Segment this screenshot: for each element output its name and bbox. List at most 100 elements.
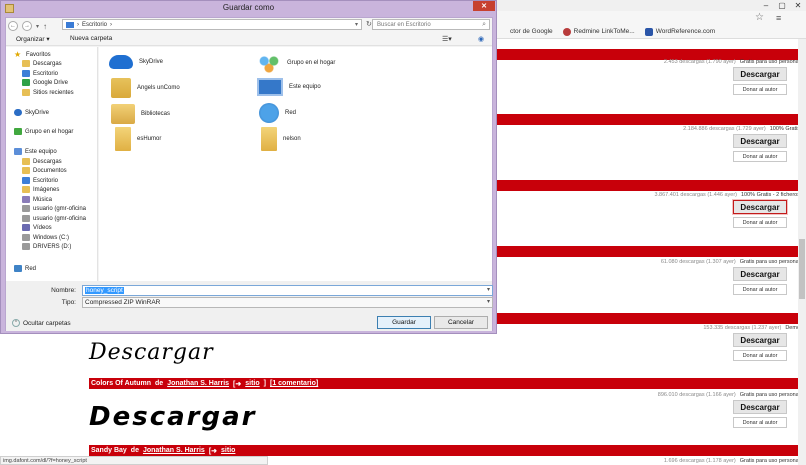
comments-link[interactable]: [1 comentario] (270, 380, 318, 387)
filename-label: Nombre: (51, 287, 76, 294)
donate-button[interactable]: Donar al autor (733, 350, 787, 361)
file-item-grupo-hogar[interactable]: Grupo en el hogar (257, 53, 335, 73)
page-scrollbar[interactable] (798, 39, 806, 465)
filename-value: honey_script (85, 287, 124, 294)
download-button[interactable]: Descargar (733, 67, 787, 81)
file-label: Grupo en el hogar (287, 60, 336, 66)
nav-item-este-equipo[interactable]: Este equipo (14, 148, 57, 155)
download-button[interactable]: Descargar (733, 267, 787, 281)
nav-item-videos[interactable]: Vídeos (22, 224, 52, 231)
file-item-nelson[interactable]: nelson (261, 127, 301, 151)
file-item-eshumor[interactable]: esHumor (115, 127, 161, 151)
nav-item-imagenes[interactable]: Imágenes (22, 186, 59, 193)
bookmark-redmine[interactable]: Redmine LinkToMe... (562, 27, 635, 36)
view-options-icon[interactable]: ☰▾ (442, 35, 452, 43)
nav-item-red[interactable]: Red (14, 265, 36, 272)
path-segment[interactable]: Escritorio (82, 22, 107, 28)
history-dropdown-icon[interactable]: ▾ (36, 23, 39, 30)
file-label: Angels unComo (137, 85, 180, 91)
address-dropdown-icon[interactable]: ▾ (355, 21, 358, 28)
site-link-icon[interactable]: [➜ (209, 447, 217, 455)
recent-places-icon (22, 89, 30, 96)
bookmark-label: Redmine LinkToMe... (573, 28, 635, 35)
license: Gratis para uso personal (739, 58, 800, 65)
nav-item-label: Descargas (33, 60, 62, 67)
up-icon[interactable]: ↑ (43, 22, 47, 31)
nav-item-label: Red (25, 265, 37, 272)
nav-item-drivers-d[interactable]: DRIVERS (D:) (22, 243, 71, 250)
dialog-close-button[interactable]: ✕ (473, 1, 495, 11)
file-item-skydrive[interactable]: SkyDrive (109, 55, 163, 69)
author-link[interactable]: Jonathan S. Harris (167, 380, 229, 387)
search-input[interactable]: Buscar en Escritorio ⌕ (372, 19, 490, 30)
filetype-value: Compressed ZIP WinRAR (85, 299, 161, 306)
donate-button[interactable]: Donar al autor (733, 417, 787, 428)
nav-item-google-drive[interactable]: Google Drive (22, 79, 68, 86)
nav-item-usuario-2[interactable]: usuario (gmr-oficina (22, 215, 86, 222)
author-link[interactable]: Jonathan S. Harris (143, 447, 205, 454)
license: Gratis para uso personal (739, 457, 800, 464)
nav-item-descargas-2[interactable]: Descargas (22, 158, 62, 165)
filename-dropdown-icon[interactable]: ▾ (487, 286, 490, 295)
donate-button[interactable]: Donar al autor (733, 284, 787, 295)
site-link[interactable]: sitio (221, 447, 235, 454)
filetype-dropdown-icon[interactable]: ▾ (487, 298, 490, 307)
navigation-pane: ★ Favoritos Descargas Escritorio Google D… (6, 47, 98, 281)
filename-input[interactable]: honey_script ▾ (82, 285, 493, 296)
nav-item-descargas[interactable]: Descargas (22, 60, 62, 67)
nav-item-label: Documentos (33, 167, 67, 174)
download-button[interactable]: Descargar (733, 400, 787, 414)
close-icon[interactable]: ✕ (790, 0, 806, 11)
help-icon[interactable]: ◉ (478, 35, 484, 43)
window-controls: – ▢ ✕ (758, 0, 806, 11)
browser-menu-icon[interactable]: ≡ (776, 13, 781, 23)
scrollbar-thumb[interactable] (799, 239, 805, 299)
dialog-body: ← → ▾ ↑ › Escritorio › ▾ ↻ Buscar en Esc… (5, 17, 493, 331)
dialog-title-bar[interactable]: Guardar como ✕ (1, 1, 496, 17)
minimize-icon[interactable]: – (758, 0, 774, 11)
documents-folder-icon (22, 167, 30, 174)
file-label: Bibliotecas (141, 111, 171, 117)
font-title[interactable]: Sandy Bay (91, 447, 127, 454)
site-link[interactable]: sitio (245, 380, 259, 387)
download-button[interactable]: Descargar (733, 200, 787, 214)
nav-item-grupo-hogar[interactable]: Grupo en el hogar (14, 128, 73, 135)
back-icon[interactable]: ← (8, 21, 18, 31)
nav-item-usuario-1[interactable]: usuario (gmr-oficina (22, 205, 86, 212)
file-item-bibliotecas[interactable]: Bibliotecas (111, 104, 170, 124)
download-button[interactable]: Descargar (733, 134, 787, 148)
bookmark-star-icon[interactable]: ☆ (755, 12, 764, 23)
forward-icon[interactable]: → (22, 21, 32, 31)
donate-button[interactable]: Donar al autor (733, 151, 787, 162)
bookmark-wordreference[interactable]: WordReference.com (644, 27, 715, 36)
font-title[interactable]: Colors Of Autumn (91, 380, 151, 387)
nav-item-escritorio[interactable]: Escritorio (22, 70, 58, 77)
nav-item-musica[interactable]: Música (22, 196, 52, 203)
save-button[interactable]: Guardar (377, 316, 431, 329)
pictures-folder-icon (22, 186, 30, 193)
nav-item-windows-c[interactable]: Windows (C:) (22, 234, 69, 241)
nav-item-sitios-recientes[interactable]: Sitios recientes (22, 89, 74, 96)
nav-item-escritorio-2[interactable]: Escritorio (22, 177, 58, 184)
nav-item-skydrive[interactable]: SkyDrive (14, 109, 49, 116)
bookmark-google[interactable]: ctor de Google (510, 28, 553, 35)
organize-button[interactable]: Organizar ▾ (16, 35, 50, 43)
libraries-icon (111, 104, 135, 124)
font-meta: 2.184.886 descargas (1.729 ayer) 100% Gr… (470, 124, 800, 133)
nav-item-favoritos[interactable]: ★ Favoritos (14, 51, 51, 59)
download-count: 153.335 descargas (1.237 ayer) (703, 324, 782, 331)
hide-folders-toggle[interactable]: ⌃ Ocultar carpetas (12, 319, 71, 327)
donate-button[interactable]: Donar al autor (733, 84, 787, 95)
donate-button[interactable]: Donar al autor (733, 217, 787, 228)
new-folder-button[interactable]: Nueva carpeta (70, 35, 112, 42)
maximize-icon[interactable]: ▢ (774, 0, 790, 11)
file-item-red[interactable]: Red (259, 103, 296, 123)
nav-item-documentos[interactable]: Documentos (22, 167, 67, 174)
file-item-este-equipo[interactable]: Este equipo (257, 78, 321, 96)
filetype-select[interactable]: Compressed ZIP WinRAR ▾ (82, 297, 493, 308)
address-bar[interactable]: › Escritorio › ▾ (62, 19, 362, 30)
site-link-icon[interactable]: [➜ (233, 380, 241, 388)
file-item-user[interactable]: Angels unComo (111, 78, 180, 98)
download-button[interactable]: Descargar (733, 333, 787, 347)
cancel-button[interactable]: Cancelar (434, 316, 488, 329)
